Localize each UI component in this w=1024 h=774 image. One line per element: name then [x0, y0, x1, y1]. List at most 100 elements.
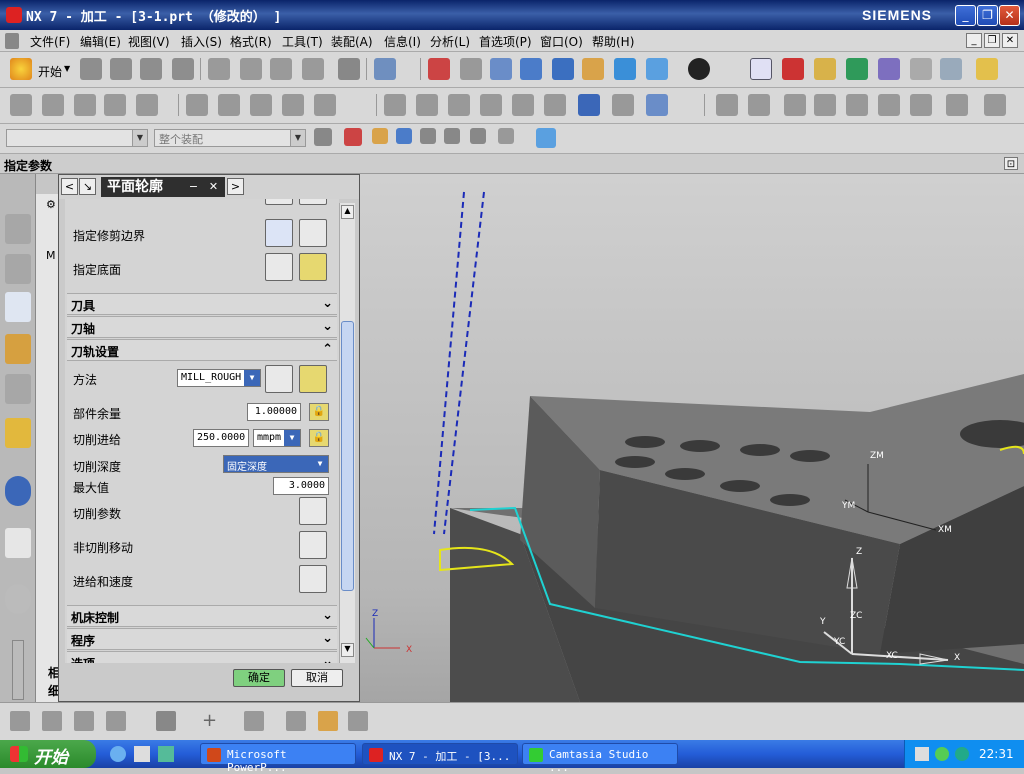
tool-icon-4[interactable]	[104, 94, 126, 116]
paste-icon[interactable]	[270, 58, 292, 80]
reuse-library-tab[interactable]	[5, 374, 31, 404]
geometry-button-partial[interactable]	[265, 199, 293, 205]
menu-format[interactable]: 格式(R)	[230, 33, 272, 50]
tool-icon-2[interactable]	[42, 94, 64, 116]
plus-icon[interactable]: +	[202, 711, 222, 731]
rotate-icon[interactable]	[552, 58, 574, 80]
solid-icon[interactable]	[946, 94, 968, 116]
dialog-collapse-button[interactable]: −	[185, 178, 202, 195]
start-menu-button[interactable]: 开始	[38, 63, 62, 80]
program-view-icon[interactable]	[578, 94, 600, 116]
create-tool-icon[interactable]	[814, 58, 836, 80]
dialog-back-button[interactable]: <	[61, 178, 78, 195]
bottom-tool-icon-7[interactable]	[286, 711, 306, 731]
machine-control-section[interactable]: 机床控制 ⌄	[67, 605, 337, 627]
zoom-in-out-icon[interactable]	[520, 58, 542, 80]
type-filter-combo[interactable]: ▼	[6, 129, 148, 147]
tool-section[interactable]: 刀具 ⌄	[67, 293, 337, 315]
create-method-button[interactable]	[265, 365, 293, 393]
specify-floor-button[interactable]	[265, 253, 293, 281]
start-button[interactable]: 开始	[0, 740, 96, 768]
pan-icon[interactable]	[582, 58, 604, 80]
postprocess-icon[interactable]	[416, 94, 438, 116]
dialog-forward-button[interactable]: >	[227, 178, 244, 195]
trim-boundary-display-button[interactable]	[299, 219, 327, 247]
search-object-icon[interactable]	[846, 94, 868, 116]
endpoint-icon[interactable]	[372, 128, 388, 144]
shading-icon[interactable]	[688, 58, 710, 80]
operation-navigator-tab[interactable]	[5, 292, 31, 322]
menu-help[interactable]: 帮助(H)	[592, 33, 634, 50]
constraint-navigator-tab[interactable]	[5, 254, 31, 284]
bottom-tool-icon-1[interactable]	[10, 711, 30, 731]
transform-icon[interactable]	[384, 94, 406, 116]
menu-window[interactable]: 窗口(O)	[540, 33, 583, 50]
maximize-button[interactable]: ❐	[977, 5, 998, 26]
undo-icon[interactable]	[338, 58, 360, 80]
max-depth-input[interactable]: 3.0000	[273, 477, 329, 495]
create-program-icon[interactable]	[782, 58, 804, 80]
ruler-icon[interactable]	[976, 58, 998, 80]
cue-toggle-button[interactable]: ⊡	[1004, 157, 1018, 170]
task-powerpoint[interactable]: Microsoft PowerP...	[200, 743, 356, 774]
replay-path-icon[interactable]	[218, 94, 240, 116]
options-section[interactable]: 选项⌄	[67, 651, 337, 663]
edit-object-icon[interactable]	[748, 94, 770, 116]
noncut-moves-button[interactable]	[299, 531, 327, 559]
render-style-icon[interactable]	[614, 58, 636, 80]
dialog-close-button[interactable]: ✕	[205, 178, 222, 195]
trim-boundary-button[interactable]	[265, 219, 293, 247]
info-tab[interactable]	[5, 476, 31, 506]
blank-icon[interactable]	[878, 94, 900, 116]
graphics-window[interactable]: ZM YM XM Z Y X ZC YC XC Z X	[340, 174, 1024, 734]
print-icon[interactable]	[172, 58, 194, 80]
simulate-icon[interactable]	[314, 94, 336, 116]
stock-lock-icon[interactable]: 🔒	[309, 403, 329, 421]
delete-operation-icon[interactable]	[984, 94, 1006, 116]
floor-display-button[interactable]	[299, 253, 327, 281]
output-cls-icon[interactable]	[480, 94, 502, 116]
tool-axis-section[interactable]: 刀轴 ⌄	[67, 316, 337, 338]
select-icon[interactable]	[910, 58, 932, 80]
feed-unit-select[interactable]: mmpm ▼	[253, 429, 301, 447]
align-icon[interactable]	[716, 94, 738, 116]
unblank-icon[interactable]	[910, 94, 932, 116]
dialog-pin-icon[interactable]: ↘	[79, 178, 96, 195]
shop-doc-icon[interactable]	[448, 94, 470, 116]
cancel-button[interactable]: 取消	[291, 669, 343, 687]
generate-path-icon[interactable]	[186, 94, 208, 116]
delete-icon[interactable]	[302, 58, 324, 80]
control-point-icon[interactable]	[420, 128, 436, 144]
orient-view-icon[interactable]	[646, 58, 668, 80]
copy-icon[interactable]	[240, 58, 262, 80]
navigator-gear-icon[interactable]: ⚙	[46, 198, 56, 211]
menu-edit[interactable]: 编辑(E)	[80, 33, 121, 50]
create-method-icon[interactable]	[878, 58, 900, 80]
resource-scroll[interactable]	[12, 640, 24, 700]
edit-method-button[interactable]	[299, 365, 327, 393]
snap-point-icon[interactable]	[344, 128, 362, 146]
display-button-partial[interactable]	[299, 199, 327, 205]
scroll-up-button[interactable]: ▲	[341, 205, 354, 219]
bottom-tool-icon-5[interactable]	[156, 711, 176, 731]
feeds-speeds-button[interactable]	[299, 565, 327, 593]
cut-icon[interactable]	[208, 58, 230, 80]
bottom-tool-icon-9[interactable]	[348, 711, 368, 731]
part-model[interactable]: ZM YM XM Z Y X ZC YC XC Z X	[340, 174, 1024, 734]
history-tab[interactable]	[5, 584, 31, 614]
feed-input[interactable]: 250.0000	[193, 429, 249, 447]
doc-close-button[interactable]: ✕	[1002, 33, 1018, 48]
scope-combo[interactable]: 整个装配 ▼	[154, 129, 306, 147]
menu-view[interactable]: 视图(V)	[128, 33, 170, 50]
bottom-tool-icon-8[interactable]	[318, 711, 338, 731]
fit-icon[interactable]	[428, 58, 450, 80]
report-icon[interactable]	[646, 94, 668, 116]
web-browser-tab[interactable]	[5, 528, 31, 558]
menu-assemblies[interactable]: 装配(A)	[331, 33, 373, 50]
operation-icon[interactable]	[544, 94, 566, 116]
list-path-icon[interactable]	[250, 94, 272, 116]
wcs-icon[interactable]	[750, 58, 772, 80]
verify-path-icon[interactable]	[282, 94, 304, 116]
save-icon[interactable]	[140, 58, 162, 80]
keyboard-tray-icon[interactable]	[915, 747, 929, 761]
